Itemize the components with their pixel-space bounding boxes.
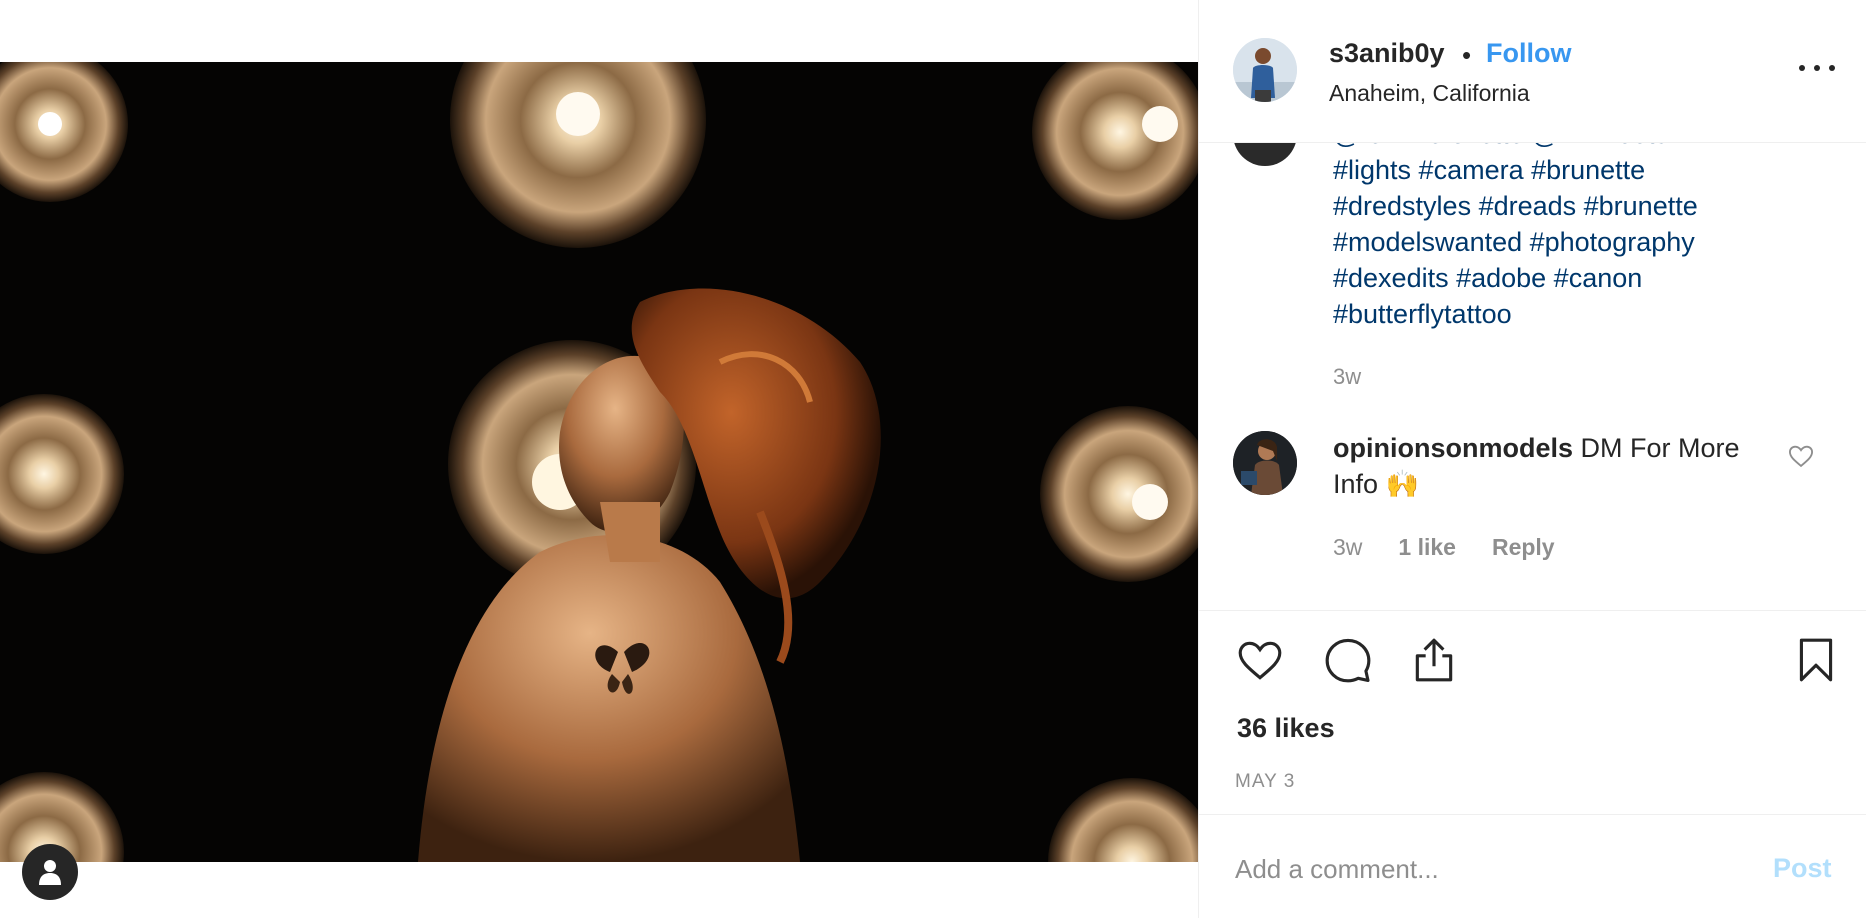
- caption-avatar[interactable]: [1233, 142, 1297, 166]
- add-comment-bar: Post: [1199, 814, 1866, 919]
- caption-line[interactable]: #butterflytattoo: [1333, 296, 1698, 332]
- caption-line[interactable]: #dredstyles #dreads #brunette: [1333, 188, 1698, 224]
- share-upload-icon: [1415, 638, 1453, 682]
- user-icon: [39, 860, 61, 885]
- share-icon[interactable]: [1409, 635, 1459, 685]
- comment-icon: [1325, 638, 1371, 683]
- bookmark-icon: [1799, 638, 1833, 682]
- follow-button[interactable]: Follow: [1486, 38, 1571, 69]
- caption-line[interactable]: #modelswanted #photography: [1333, 224, 1698, 260]
- like-heart-icon[interactable]: [1235, 635, 1285, 685]
- dot: [1799, 65, 1805, 71]
- likes-count[interactable]: 36 likes: [1237, 713, 1335, 744]
- post-header: s3anib0y • Follow Anaheim, California: [1199, 0, 1866, 143]
- comment-timestamp[interactable]: 3w: [1333, 534, 1362, 561]
- studio-light: [0, 394, 124, 554]
- photo-illustration: [0, 62, 1198, 862]
- studio-light: [0, 62, 128, 202]
- commenter-photo-icon: [1233, 431, 1297, 495]
- tagged-users-button[interactable]: [22, 844, 78, 900]
- dot: [1829, 65, 1835, 71]
- heart-icon: [1788, 445, 1814, 468]
- caption-timestamp[interactable]: 3w: [1333, 364, 1361, 390]
- user-photo-avatar-icon: [1233, 38, 1297, 102]
- comments-scroll-area[interactable]: @femmefoxette @im.meets #lights #camera …: [1199, 142, 1866, 610]
- comment-username[interactable]: opinionsonmodels: [1333, 433, 1573, 463]
- save-bookmark-icon[interactable]: [1791, 635, 1841, 685]
- comment-likes-count[interactable]: 1 like: [1398, 534, 1456, 561]
- post-details-panel: s3anib0y • Follow Anaheim, California @f…: [1198, 0, 1866, 918]
- studio-light: [1040, 406, 1198, 582]
- more-options-icon[interactable]: [1799, 56, 1835, 80]
- comment-meta: 3w 1 like Reply: [1333, 534, 1555, 561]
- caption-line[interactable]: #dexedits #adobe #canon: [1333, 260, 1698, 296]
- commenter-avatar[interactable]: [1233, 431, 1297, 495]
- post-date[interactable]: MAY 3: [1235, 771, 1295, 793]
- post-location[interactable]: Anaheim, California: [1329, 80, 1530, 107]
- media-area: [0, 0, 1198, 918]
- studio-light: [1048, 778, 1198, 862]
- owner-avatar[interactable]: [1233, 38, 1297, 102]
- separator-dot: •: [1462, 40, 1472, 70]
- studio-light: [1032, 62, 1198, 220]
- post-actions: 36 likes MAY 3: [1199, 610, 1866, 825]
- heart-icon: [1238, 641, 1282, 680]
- studio-light: [450, 62, 706, 248]
- owner-username[interactable]: s3anib0y: [1329, 38, 1445, 69]
- post-caption: @femmefoxette @im.meets #lights #camera …: [1333, 142, 1698, 332]
- reply-button[interactable]: Reply: [1492, 534, 1555, 561]
- dot: [1814, 65, 1820, 71]
- comment-like-heart-icon[interactable]: [1787, 442, 1815, 470]
- caption-line[interactable]: #lights #camera #brunette: [1333, 152, 1698, 188]
- caption-mentions[interactable]: @femmefoxette @im.meets: [1333, 142, 1698, 152]
- comment: opinionsonmodels DM For More Info 🙌: [1333, 430, 1753, 502]
- add-comment-input[interactable]: [1235, 849, 1735, 889]
- comment-bubble-icon[interactable]: [1323, 635, 1373, 685]
- post-photo[interactable]: [0, 62, 1198, 862]
- post-comment-button[interactable]: Post: [1773, 853, 1832, 884]
